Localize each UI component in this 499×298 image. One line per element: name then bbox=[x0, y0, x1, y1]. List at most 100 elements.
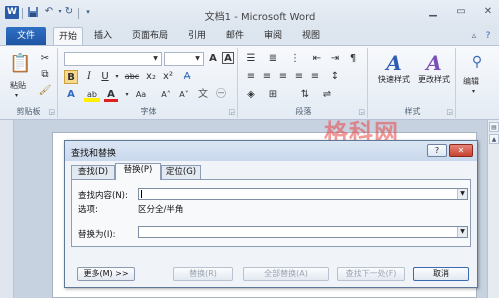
align-center-icon[interactable]: ≡ bbox=[260, 70, 274, 84]
enclose-characters-icon[interactable]: ㊀ bbox=[214, 88, 228, 102]
cancel-button[interactable]: 取消 bbox=[413, 267, 469, 281]
font-size-combo[interactable]: ▼ bbox=[164, 52, 204, 66]
help-icon[interactable]: ? bbox=[482, 30, 494, 42]
tab-insert[interactable]: 插入 bbox=[90, 27, 116, 45]
numbering-icon[interactable]: ≣ bbox=[266, 52, 280, 66]
line-spacing-icon[interactable]: ↕ bbox=[328, 70, 342, 84]
font-launcher-icon[interactable]: ◲ bbox=[228, 108, 235, 116]
phonetic-guide-icon[interactable]: 文 bbox=[196, 88, 210, 102]
more-button[interactable]: 更多(M) >> bbox=[77, 267, 135, 281]
ribbon-minimize-icon[interactable]: ▵ bbox=[468, 30, 480, 42]
redo-icon[interactable]: ↻ bbox=[62, 5, 76, 19]
word-logo-icon[interactable]: W bbox=[5, 6, 19, 19]
shading-icon[interactable]: ◈ bbox=[244, 88, 258, 102]
styles-launcher-icon[interactable]: ◲ bbox=[446, 108, 453, 116]
distributed-icon[interactable]: ≡ bbox=[308, 70, 322, 84]
superscript-button[interactable]: x² bbox=[161, 70, 175, 84]
close-icon: ✕ bbox=[457, 146, 465, 155]
justify-icon[interactable]: ≡ bbox=[292, 70, 306, 84]
cut-icon[interactable]: ✂ bbox=[38, 52, 52, 66]
align-right-icon[interactable]: ≡ bbox=[276, 70, 290, 84]
grow-font-button[interactable]: A˄ bbox=[158, 88, 174, 102]
dialog-close-button[interactable]: ✕ bbox=[449, 144, 473, 157]
bullets-icon[interactable]: ☰ bbox=[244, 52, 258, 66]
find-what-input[interactable]: ▼ bbox=[138, 188, 468, 200]
paragraph-group: ☰ ≣ ⋮ ⇤ ⇥ ¶ ≡ ≡ ≡ ≡ ≡ ↕ ◈ ⊞ ⇅ ⇌ 段落 ◲ bbox=[240, 48, 368, 118]
strikethrough-button[interactable]: abc bbox=[122, 70, 142, 84]
dialog-title: 查找和替换 bbox=[71, 149, 117, 159]
editing-button[interactable]: 编辑 bbox=[463, 76, 479, 87]
replace-with-input[interactable]: ▼ bbox=[138, 226, 468, 238]
decrease-indent-icon[interactable]: ⇤ bbox=[310, 52, 324, 66]
replace-with-label: 替换为(I): bbox=[78, 230, 116, 240]
chevron-down-icon[interactable]: ▼ bbox=[193, 54, 202, 64]
minimize-icon[interactable]: ▁ bbox=[425, 6, 441, 19]
tab-replace[interactable]: 替换(P) bbox=[115, 163, 161, 180]
subscript-button[interactable]: x₂ bbox=[144, 70, 158, 84]
char-border-icon[interactable]: A bbox=[206, 52, 220, 66]
qat-separator bbox=[22, 8, 23, 19]
chevron-down-icon[interactable]: ▼ bbox=[151, 54, 160, 64]
vertical-ruler bbox=[0, 120, 14, 298]
ribbon-tabs: 文件 开始 插入 页面布局 引用 邮件 审阅 视图 ▵ ? bbox=[0, 27, 499, 45]
replace-panel: 查找内容(N): ▼ 选项: 区分全/半角 替换为(I): ▼ bbox=[71, 179, 471, 247]
align-left-icon[interactable]: ≡ bbox=[244, 70, 258, 84]
qat-separator bbox=[78, 8, 79, 19]
options-label: 选项: bbox=[78, 205, 98, 215]
font-group: ▼ ▼ A A B I U ▾ abc x₂ x² A̶ A ab A ▾ Aa… bbox=[60, 48, 238, 118]
replace-all-button[interactable]: 全部替换(A) bbox=[243, 267, 329, 281]
multilevel-list-icon[interactable]: ⋮ bbox=[288, 52, 302, 66]
tab-review[interactable]: 审阅 bbox=[260, 27, 286, 45]
clipboard-group: 📋 粘贴 ▾ ✂ ⧉ 🖌 剪贴板 ◲ bbox=[0, 48, 58, 118]
tab-goto[interactable]: 定位(G) bbox=[161, 165, 201, 179]
italic-button[interactable]: I bbox=[82, 70, 96, 84]
shrink-font-button[interactable]: A˅ bbox=[176, 88, 192, 102]
show-marks-icon[interactable]: ¶ bbox=[346, 52, 360, 66]
tab-references[interactable]: 引用 bbox=[184, 27, 210, 45]
font-name-combo[interactable]: ▼ bbox=[64, 52, 162, 66]
tab-file[interactable]: 文件 bbox=[6, 27, 46, 45]
scroll-up-icon[interactable]: ▲ bbox=[489, 134, 499, 144]
dialog-help-button[interactable]: ? bbox=[427, 144, 447, 157]
customize-icon[interactable]: ▾ bbox=[81, 5, 95, 19]
find-next-button[interactable]: 查找下一处(F) bbox=[337, 267, 405, 281]
char-shading-icon[interactable]: A bbox=[222, 52, 234, 64]
increase-indent-icon[interactable]: ⇥ bbox=[328, 52, 342, 66]
close-icon[interactable]: ✕ bbox=[480, 6, 496, 19]
clipboard-launcher-icon[interactable]: ◲ bbox=[48, 108, 55, 116]
find-binoculars-icon[interactable]: ⚲ bbox=[468, 52, 486, 72]
tab-find[interactable]: 查找(D) bbox=[71, 165, 115, 179]
maximize-icon[interactable]: ▭ bbox=[453, 6, 469, 19]
borders-icon[interactable]: ⊞ bbox=[266, 88, 280, 102]
save-icon[interactable] bbox=[26, 5, 40, 19]
clear-formatting-icon[interactable]: A̶ bbox=[180, 70, 194, 84]
tab-home[interactable]: 开始 bbox=[53, 27, 83, 45]
bold-button[interactable]: B bbox=[64, 70, 78, 84]
quick-styles-button[interactable]: A 快速样式 bbox=[374, 52, 414, 85]
vertical-scrollbar[interactable]: ▤ ▲ bbox=[487, 120, 499, 298]
change-case-button[interactable]: Aa bbox=[132, 88, 150, 102]
paste-button[interactable]: 粘贴 bbox=[10, 80, 26, 91]
text-caret bbox=[141, 190, 142, 198]
font-color-button[interactable]: A bbox=[104, 88, 118, 102]
editing-dropdown-icon[interactable]: ▾ bbox=[472, 88, 475, 95]
text-effects-button[interactable]: A bbox=[64, 88, 78, 102]
replace-button[interactable]: 替换(R) bbox=[173, 267, 233, 281]
ruler-toggle-icon[interactable]: ▤ bbox=[489, 122, 499, 132]
chevron-down-icon[interactable]: ▼ bbox=[457, 227, 467, 237]
paste-dropdown-icon[interactable]: ▾ bbox=[15, 92, 18, 99]
change-styles-button[interactable]: A 更改样式 bbox=[414, 52, 454, 85]
tab-view[interactable]: 视图 bbox=[298, 27, 324, 45]
copy-icon[interactable]: ⧉ bbox=[38, 68, 52, 82]
tab-page-layout[interactable]: 页面布局 bbox=[128, 27, 172, 45]
highlight-button[interactable]: ab bbox=[84, 88, 100, 102]
format-painter-icon[interactable]: 🖌 bbox=[38, 84, 52, 98]
find-what-label: 查找内容(N): bbox=[78, 191, 128, 201]
sort-icon[interactable]: ⇅ bbox=[298, 88, 312, 102]
dialog-title-bar[interactable]: 查找和替换 ? ✕ bbox=[65, 141, 477, 161]
chinese-layout-icon[interactable]: ⇌ bbox=[320, 88, 334, 102]
paste-icon[interactable]: 📋 bbox=[9, 52, 31, 76]
chevron-down-icon[interactable]: ▼ bbox=[457, 189, 467, 199]
window-title: 文档1 - Microsoft Word bbox=[204, 12, 316, 23]
tab-mailings[interactable]: 邮件 bbox=[222, 27, 248, 45]
